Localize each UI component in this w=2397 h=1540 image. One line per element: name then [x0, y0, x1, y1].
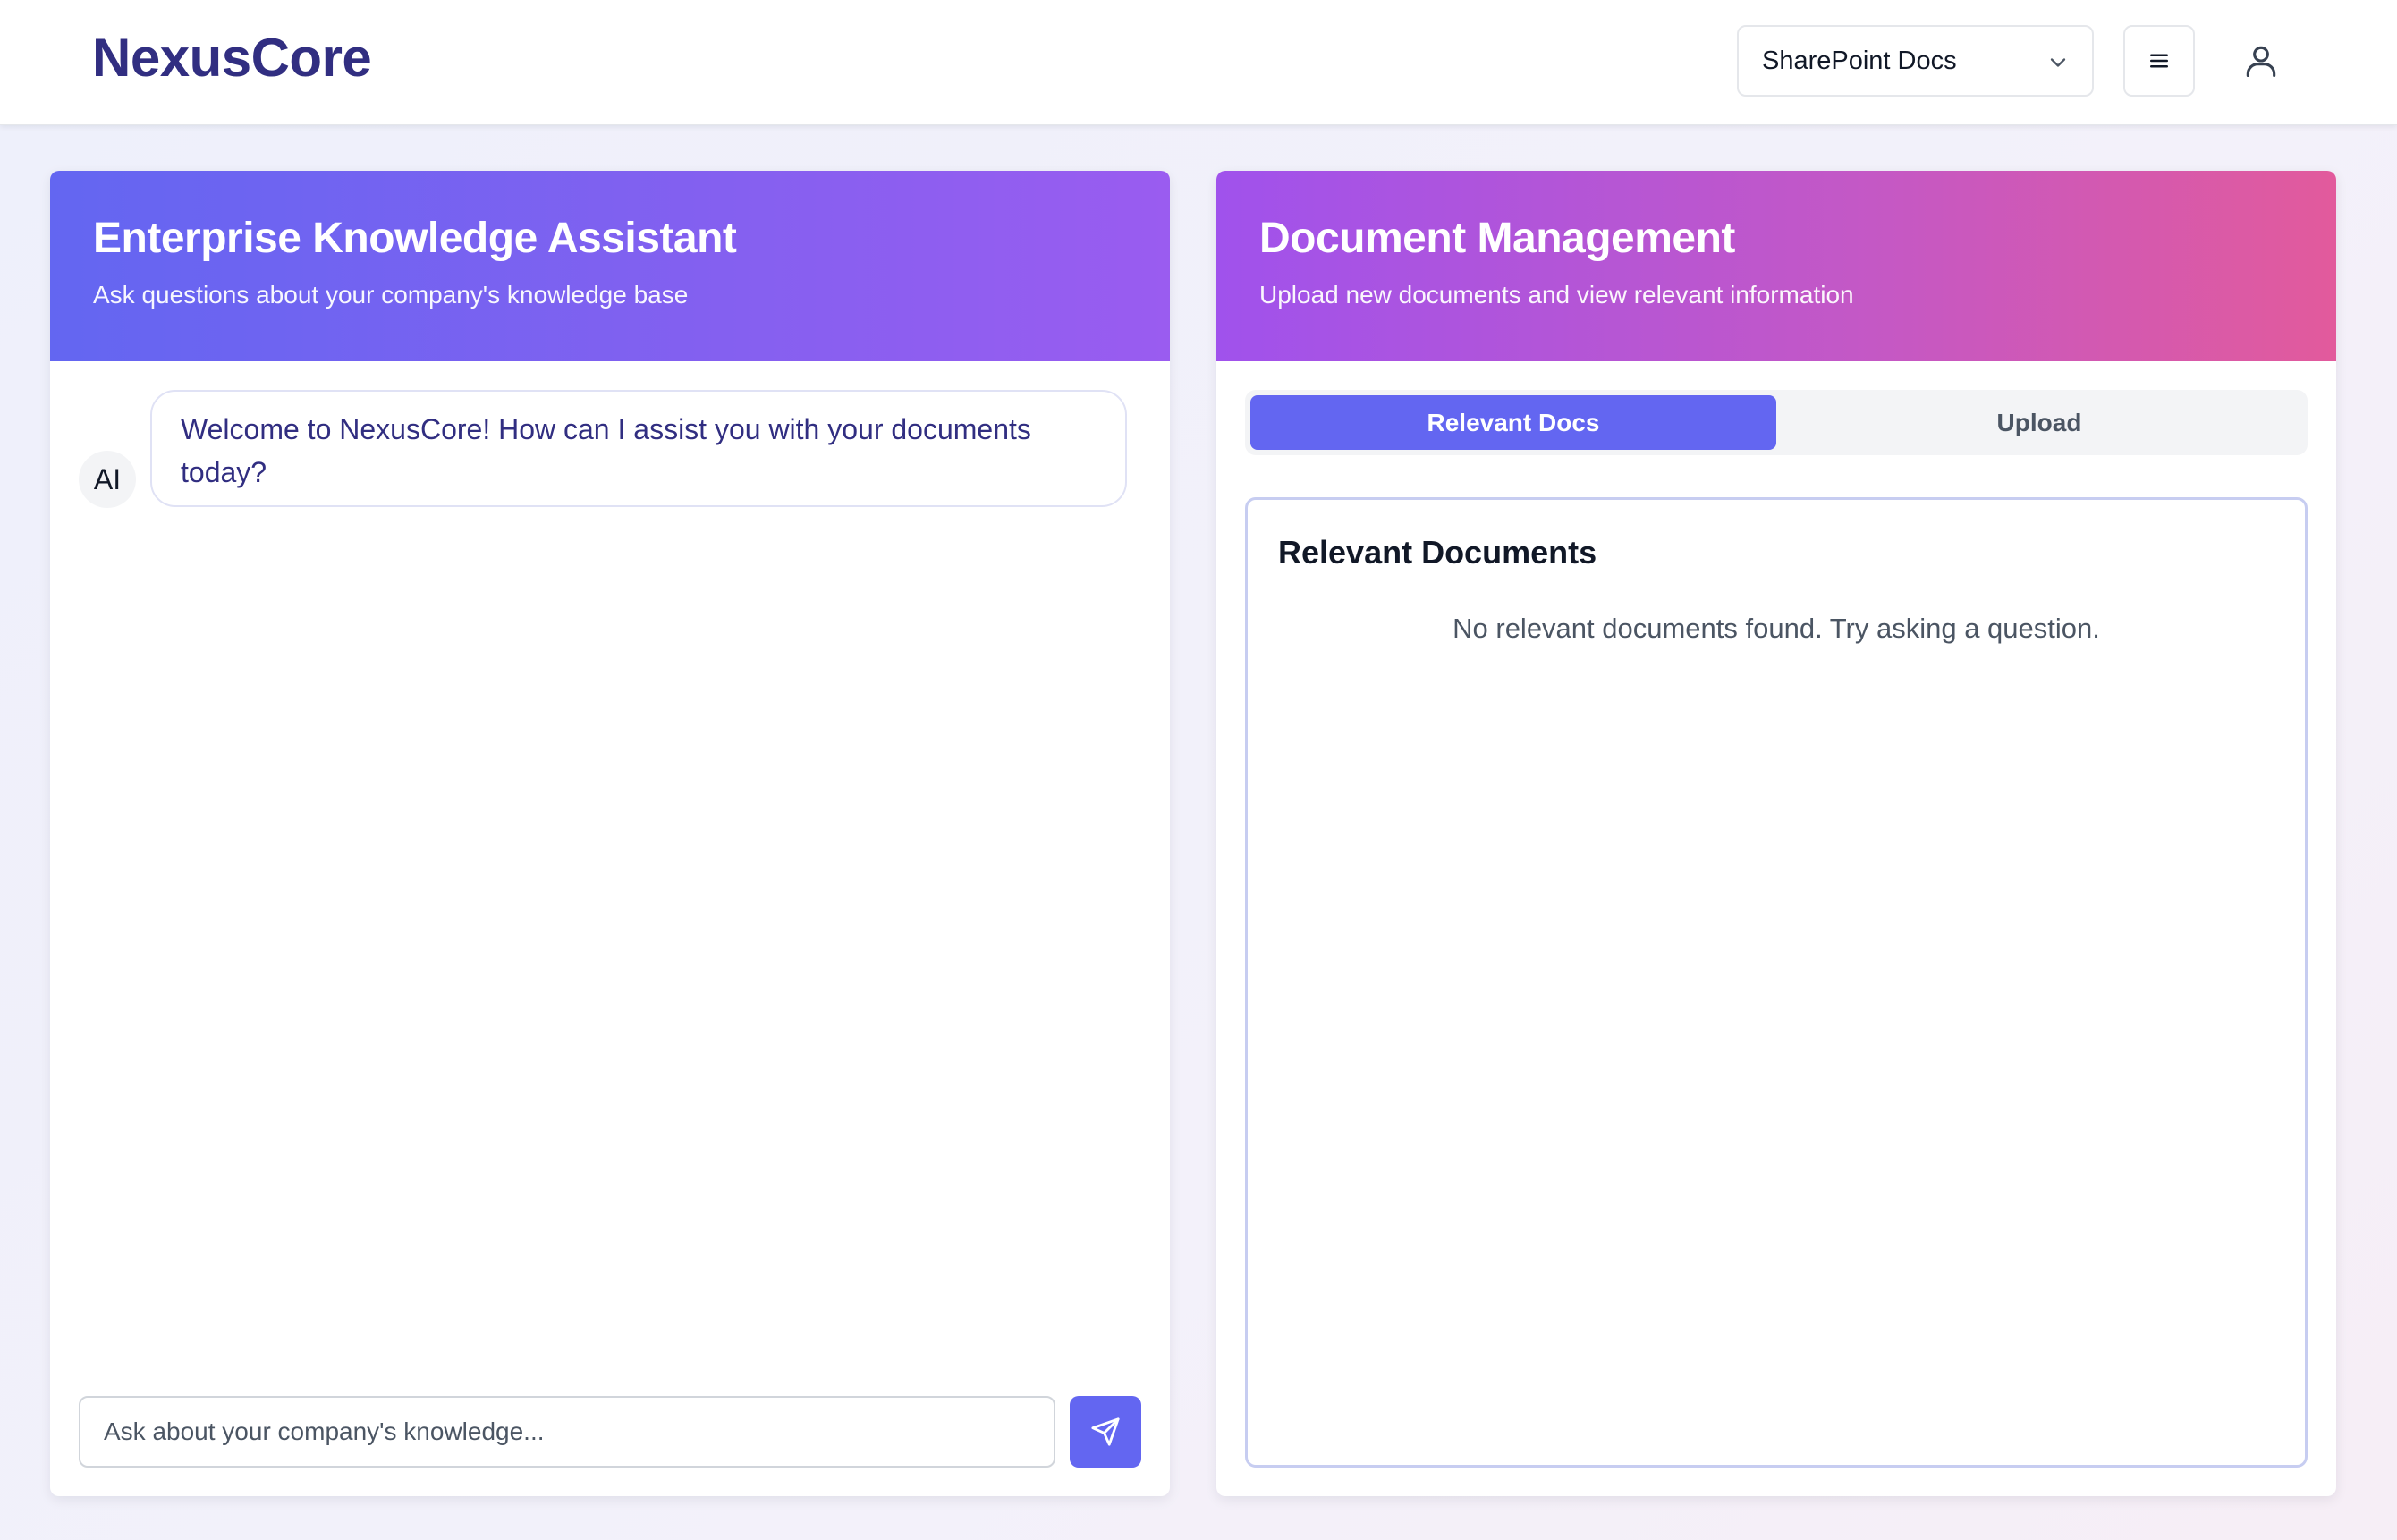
source-select[interactable]: SharePoint Docs: [1737, 25, 2094, 97]
tab-relevant-docs[interactable]: Relevant Docs: [1250, 395, 1776, 450]
relevant-documents-box: Relevant Documents No relevant documents…: [1245, 497, 2308, 1468]
empty-state-text: No relevant documents found. Try asking …: [1453, 613, 2100, 644]
document-panel-title: Document Management: [1259, 215, 1735, 262]
chat-panel-header: Enterprise Knowledge Assistant Ask quest…: [50, 171, 1170, 361]
chat-message-bubble: Welcome to NexusCore! How can I assist y…: [150, 390, 1127, 507]
document-panel-header: Document Management Upload new documents…: [1216, 171, 2336, 361]
document-tabs: Relevant Docs Upload: [1245, 390, 2308, 455]
relevant-documents-title: Relevant Documents: [1278, 534, 1597, 571]
chat-panel: Enterprise Knowledge Assistant Ask quest…: [50, 171, 1170, 1496]
user-profile-button[interactable]: [2225, 25, 2297, 97]
menu-icon: [2150, 54, 2168, 68]
top-navbar: NexusCore SharePoint Docs: [0, 0, 2397, 125]
chat-panel-subtitle: Ask questions about your company's knowl…: [93, 281, 689, 309]
document-panel-subtitle: Upload new documents and view relevant i…: [1259, 281, 1854, 309]
ai-avatar: AI: [79, 451, 136, 508]
document-panel: Document Management Upload new documents…: [1216, 171, 2336, 1496]
tab-upload[interactable]: Upload: [1776, 395, 2302, 450]
user-icon: [2246, 46, 2276, 78]
send-icon: [1091, 1417, 1120, 1446]
menu-button[interactable]: [2123, 25, 2195, 97]
brand-logo[interactable]: NexusCore: [92, 27, 372, 89]
chat-input[interactable]: [79, 1396, 1055, 1468]
chat-panel-title: Enterprise Knowledge Assistant: [93, 215, 737, 262]
source-select-value: SharePoint Docs: [1762, 46, 1957, 75]
send-button[interactable]: [1070, 1396, 1141, 1468]
chevron-down-icon: [2050, 58, 2066, 67]
